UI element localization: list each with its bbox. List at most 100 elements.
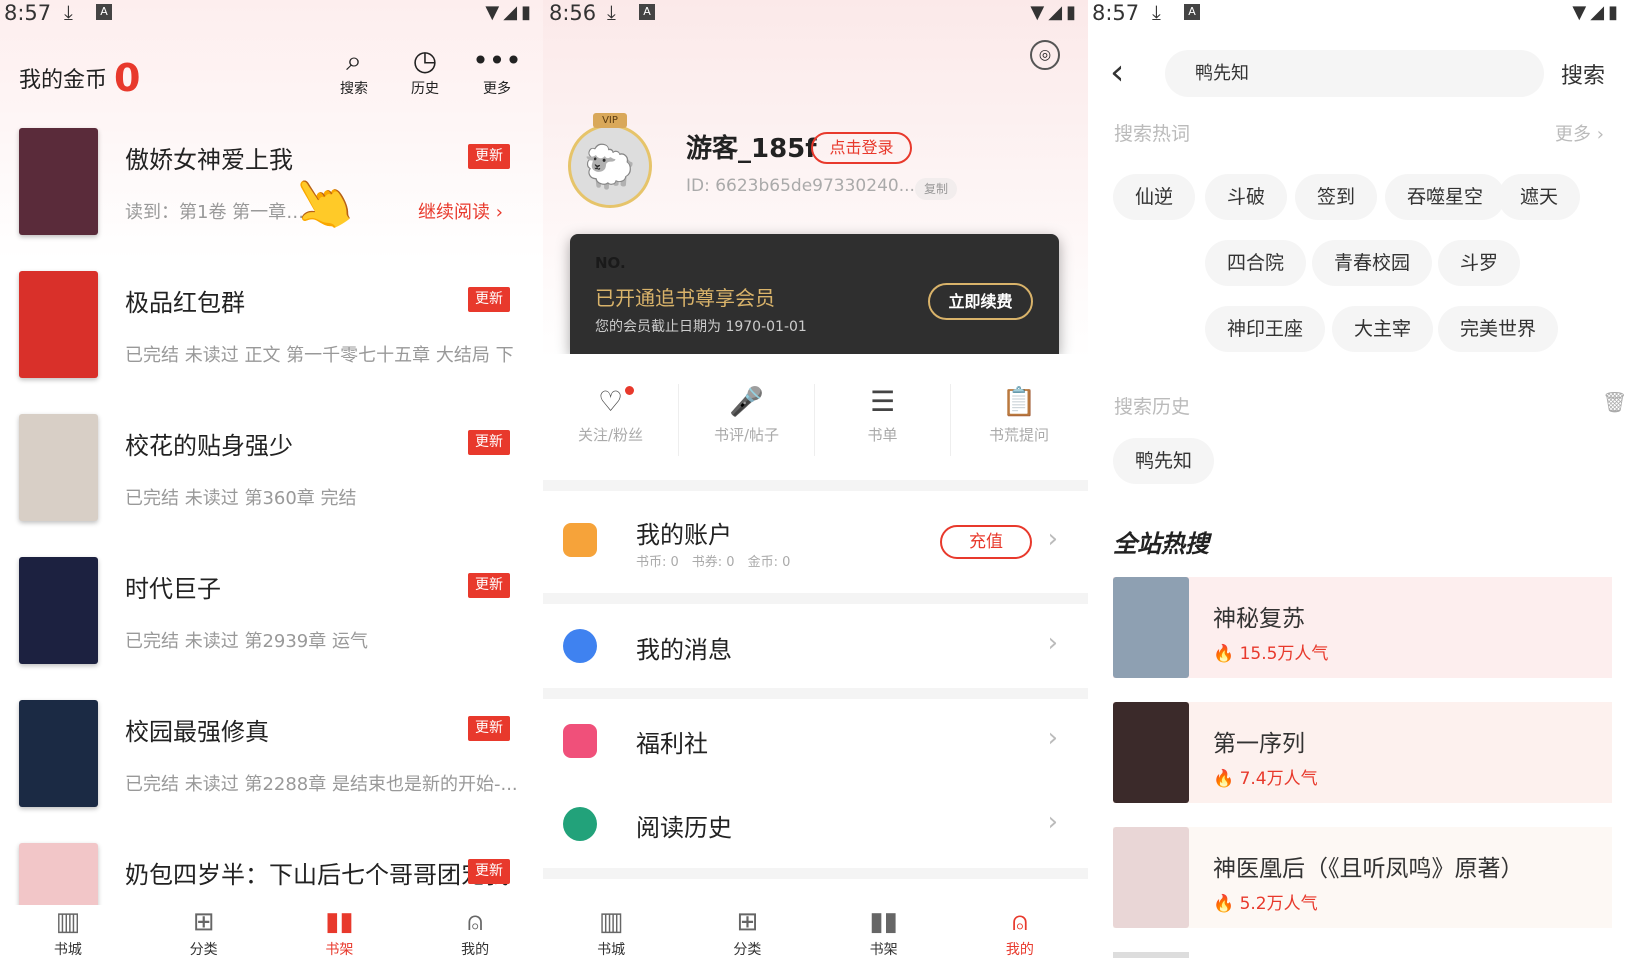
vip-card: NO. 已开通追书尊享会员 您的会员截止日期为 1970-01-01 立即续费 (570, 234, 1059, 354)
avatar[interactable]: 🐑 (568, 124, 652, 208)
history-chip[interactable]: 鸭先知 (1113, 438, 1215, 484)
book-cover (1113, 827, 1189, 928)
hot-word-chip[interactable]: 斗罗 (1438, 240, 1521, 286)
divider (543, 593, 1088, 604)
search-input[interactable]: 鸭先知 (1165, 50, 1544, 97)
more-hot-words-link[interactable]: 更多 › (1555, 120, 1604, 146)
trending-item[interactable]: 神秘复苏 🔥 15.5万人气 (1113, 577, 1612, 678)
nav-label: 我的 (461, 942, 490, 958)
nav-bookshelf[interactable]: ▮▮ 书架 (272, 905, 408, 958)
history-icon: ◷ (412, 44, 438, 77)
coins-label: 我的金币 (19, 68, 108, 93)
nav-label: 书城 (597, 942, 626, 958)
menu-item-reading-history[interactable]: 阅读历史 › (543, 783, 1088, 868)
search-screen: 8:57 ⤓ A ▼◢▮ ‹ 鸭先知 搜索 搜索热词 更多 › 仙逆 斗破 签到 吞噬… (1088, 0, 1630, 958)
book-title: 校园最强修真 (125, 718, 269, 746)
signal-battery-icon: ▼◢▮ (485, 2, 535, 23)
more-label: 更多 (1555, 124, 1591, 145)
nav-bookstore[interactable]: ▥ 书城 (0, 905, 136, 958)
popularity: 🔥 7.4万人气 (1213, 764, 1318, 789)
copy-id-button[interactable]: 复制 (915, 178, 957, 200)
book-title: 傲娇女神爱上我 (125, 146, 293, 174)
search-button[interactable]: ⌕ 搜索 (324, 44, 384, 98)
nav-profile[interactable]: ⍝ 我的 (407, 905, 543, 958)
trending-item[interactable]: 神医凰后（《且听凤鸣》原著） 🔥 5.2万人气 (1113, 827, 1612, 928)
profile-screen: 8:56 ⤓ A ▼◢▮ ◎ 🐑 VIP 游客_185f 点击登录 ID: 66… (543, 0, 1088, 958)
continue-reading-link[interactable]: 继续阅读 › (418, 198, 503, 224)
download-icon: ⤓ (1152, 0, 1161, 24)
history-button[interactable]: ◷ 历史 (395, 44, 455, 98)
hot-word-chip[interactable]: 仙逆 (1113, 174, 1196, 220)
nav-bookstore[interactable]: ▥ 书城 (543, 905, 679, 958)
hot-word-chip[interactable]: 大主宰 (1332, 306, 1434, 352)
status-bar: 8:56 ⤓ A ▼◢▮ (543, 0, 1088, 26)
status-bar: 8:57 ⤓ A ▼◢▮ (1088, 0, 1630, 26)
status-bar: 8:57 ⤓ A ▼◢▮ (0, 0, 543, 26)
settings-icon[interactable]: ◎ (1030, 40, 1060, 70)
trending-item[interactable]: 第一序列 🔥 7.4万人气 (1113, 702, 1612, 803)
book-cover[interactable] (19, 700, 98, 807)
menu-label: 阅读历史 (636, 814, 732, 842)
trash-icon[interactable]: 🗑 (1602, 390, 1627, 414)
profile-icon: ⍝ (467, 907, 483, 937)
user-id: ID: 6623b65de97330240... (686, 176, 915, 196)
back-arrow-icon[interactable]: ‹ (1110, 52, 1124, 93)
hot-word-chip[interactable]: 神印王座 (1205, 306, 1326, 352)
book-cover (1113, 952, 1189, 958)
shortcut-clipboard[interactable]: 📋 书荒提问 (951, 384, 1087, 456)
category-icon: ⊞ (736, 907, 759, 937)
bookstore-icon: ▥ (55, 907, 81, 937)
hot-word-chip[interactable]: 四合院 (1205, 240, 1307, 286)
book-cover[interactable] (19, 271, 98, 378)
nav-category[interactable]: ⊞ 分类 (136, 905, 272, 958)
account-row[interactable]: 我的账户 书币: 0 书券: 0 金币: 0 充值 › (543, 491, 1088, 593)
status-time: 8:56 (549, 1, 597, 25)
book-cover[interactable] (19, 414, 98, 521)
app-notification-icon: A (639, 4, 655, 20)
shortcut-booklist[interactable]: ☰ 书单 (815, 384, 951, 456)
nav-bookshelf[interactable]: ▮▮ 书架 (816, 905, 952, 958)
menu-item-messages[interactable]: 我的消息 › (543, 604, 1088, 688)
search-submit-button[interactable]: 搜索 (1561, 58, 1605, 90)
update-badge: 更新 (468, 430, 510, 455)
update-badge: 更新 (468, 287, 510, 312)
flame-icon: 🔥 (1213, 769, 1240, 789)
hot-word-chip[interactable]: 遮天 (1498, 174, 1581, 220)
login-button[interactable]: 点击登录 (811, 132, 912, 164)
status-time: 8:57 (4, 1, 52, 25)
book-row[interactable]: 时代巨子 更新 已完结 未读过 第2939章 运气 (0, 557, 543, 700)
book-cover[interactable] (19, 557, 98, 664)
book-row[interactable]: 傲娇女神爱上我 更新 读到：第1卷 第一章 ... 继续阅读 › (0, 128, 543, 271)
book-title: 时代巨子 (125, 575, 221, 603)
hot-word-chip[interactable]: 完美世界 (1438, 306, 1559, 352)
book-cover[interactable] (19, 128, 98, 235)
menu-item-welfare[interactable]: 福利社 › (543, 699, 1088, 783)
hot-word-chip[interactable]: 签到 (1295, 174, 1378, 220)
coins-display: 我的金币 0 (19, 56, 140, 100)
more-label: 更多 (483, 81, 511, 97)
hot-word-chip[interactable]: 吞噬星空 (1385, 174, 1506, 220)
book-row[interactable]: 极品红包群 更新 已完结 未读过 正文 第一千零七十五章 大结局 下 (0, 271, 543, 414)
bottom-nav: ▥ 书城 ⊞ 分类 ▮▮ 书架 ⍝ 我的 (543, 905, 1088, 958)
shortcut-microphone[interactable]: 🎤 书评/帖子 (679, 384, 815, 456)
nav-category[interactable]: ⊞ 分类 (679, 905, 815, 958)
coins-value: 0 (114, 56, 141, 100)
chevron-right-icon: › (1047, 723, 1058, 753)
book-title: 校花的贴身强少 (125, 432, 293, 460)
book-row[interactable]: 校园最强修真 更新 已完结 未读过 第2288章 是结束也是新的开始-... (0, 700, 543, 843)
nav-label: 书架 (325, 942, 354, 958)
popularity-value: 5.2万人气 (1239, 894, 1318, 914)
update-badge: 更新 (468, 573, 510, 598)
nav-label: 书架 (869, 942, 898, 958)
recharge-button[interactable]: 充值 (940, 525, 1032, 559)
heart-icon: ♡ (597, 385, 624, 418)
nav-profile[interactable]: ⍝ 我的 (952, 905, 1088, 958)
hot-word-chip[interactable]: 青春校园 (1312, 240, 1433, 286)
book-row[interactable]: 校花的贴身强少 更新 已完结 未读过 第360章 完结 (0, 414, 543, 557)
status-time: 8:57 (1092, 1, 1140, 25)
shortcut-heart[interactable]: ♡ 关注/粉丝 (543, 384, 679, 456)
renew-button[interactable]: 立即续费 (928, 283, 1033, 320)
bookshelf-icon: ▮▮ (869, 907, 898, 937)
more-button[interactable]: ••• 更多 (467, 44, 527, 98)
hot-word-chip[interactable]: 斗破 (1205, 174, 1288, 220)
